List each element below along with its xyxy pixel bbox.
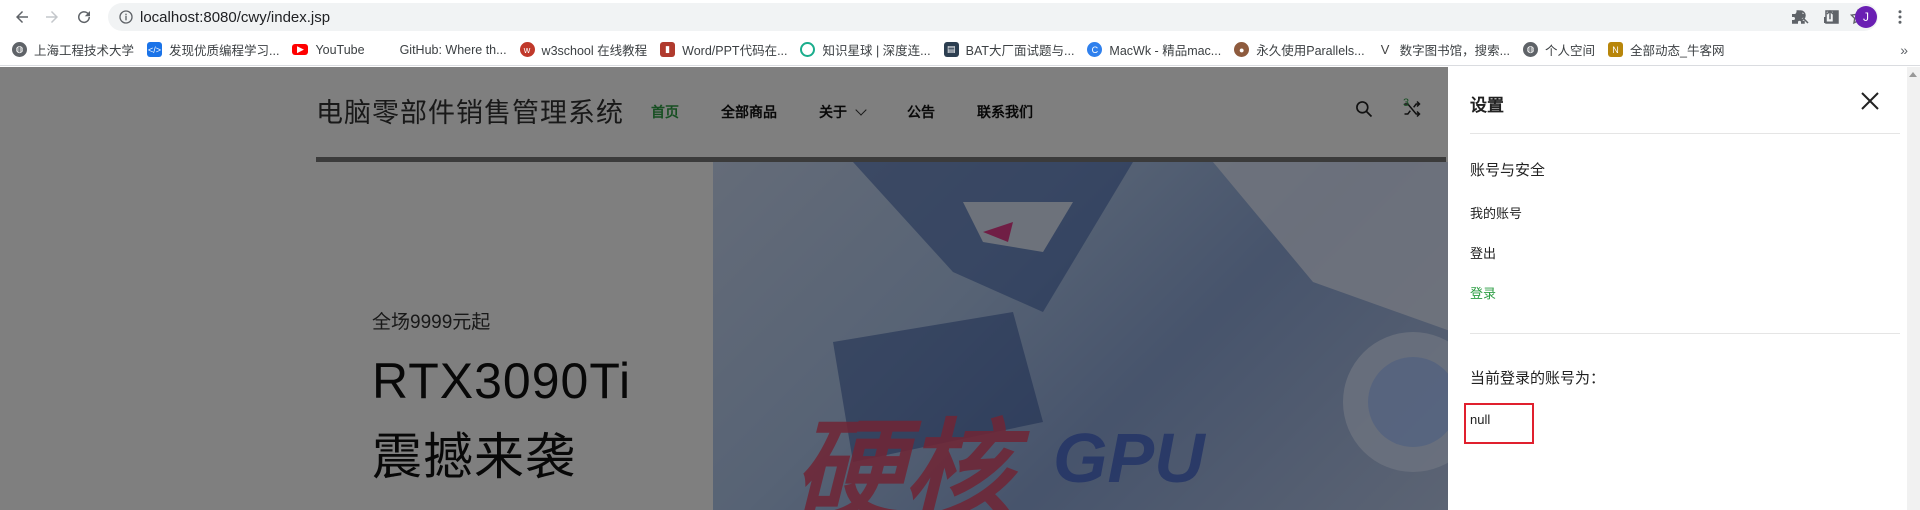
profile-button[interactable]: J	[1852, 3, 1880, 31]
bookmark-item[interactable]: </> 发现优质编程学习...	[147, 38, 279, 62]
bookmark-item[interactable]: w w3school 在线教程	[519, 38, 647, 62]
youtube-icon: ▶	[292, 44, 309, 55]
bookmarks-overflow-button[interactable]: »	[1900, 42, 1908, 58]
extensions-button[interactable]	[1784, 3, 1812, 31]
forward-button[interactable]	[38, 3, 66, 31]
current-account-value: null	[1470, 412, 1491, 427]
close-icon	[1861, 92, 1879, 110]
info-icon[interactable]	[118, 9, 134, 25]
bookmark-item[interactable]: ◍ 上海工程技术大学	[12, 38, 134, 62]
bookmark-item[interactable]: ● 永久使用Parallels...	[1234, 38, 1365, 62]
doc-icon: ▤	[943, 42, 959, 57]
bookmark-item[interactable]: C MacWk - 精品mac...	[1087, 38, 1221, 62]
macwk-icon: C	[1087, 42, 1103, 57]
nowcoder-icon: N	[1608, 42, 1624, 57]
login-link[interactable]: 登录	[1470, 283, 1496, 302]
account-security-link[interactable]: 账号与安全	[1470, 159, 1545, 180]
divider	[1470, 133, 1900, 134]
puzzle-icon	[1792, 10, 1805, 24]
avatar: J	[1855, 6, 1877, 28]
arrow-left-icon	[16, 11, 28, 23]
settings-drawer: 设置 账号与安全 我的账号 登出 登录 当前登录的账号为： null	[1448, 67, 1920, 510]
kebab-menu-icon	[1898, 10, 1902, 24]
globe-icon: ◍	[1523, 42, 1539, 57]
current-account-label: 当前登录的账号为：	[1470, 370, 1606, 387]
browser-toolbar: localhost:8080/cwy/index.jsp J	[0, 0, 1920, 34]
menu-button[interactable]	[1886, 3, 1914, 31]
url-text: localhost:8080/cwy/index.jsp	[140, 8, 331, 26]
w3school-icon: w	[519, 42, 535, 57]
bookmark-icon: ▮	[660, 42, 676, 57]
address-bar[interactable]: localhost:8080/cwy/index.jsp	[108, 3, 1878, 31]
bookmark-item[interactable]: ▶ YouTube	[292, 38, 365, 62]
bookmark-item[interactable]: 知识星球 | 深度连...	[800, 38, 931, 62]
back-button[interactable]	[8, 3, 36, 31]
side-panel-icon	[1825, 10, 1839, 24]
bookmark-item[interactable]: ◍ 个人空间	[1523, 38, 1595, 62]
bookmark-item[interactable]: ▮ Word/PPT代码在...	[660, 38, 787, 62]
divider	[1470, 333, 1900, 334]
drawer-title: 设置	[1470, 96, 1504, 115]
logout-link[interactable]: 登出	[1470, 243, 1496, 262]
modal-backdrop[interactable]	[0, 67, 1448, 510]
scroll-up-arrow-icon[interactable]	[1909, 72, 1917, 77]
bookmark-item[interactable]: GitHub: Where th...	[400, 38, 507, 62]
code-icon: </>	[147, 42, 163, 57]
bookmarks-bar: ◍ 上海工程技术大学 </> 发现优质编程学习... ▶ YouTube GitHub…	[0, 34, 1920, 66]
drawer-close-button[interactable]	[1858, 89, 1882, 113]
page-scrollbar[interactable]	[1907, 67, 1920, 510]
reload-icon	[78, 11, 91, 24]
bookmark-item[interactable]: V 数字图书馆，搜索...	[1377, 38, 1510, 62]
zsxq-icon	[800, 42, 816, 57]
reload-button[interactable]	[70, 3, 98, 31]
my-account-link[interactable]: 我的账号	[1470, 203, 1522, 222]
side-panel-button[interactable]	[1818, 3, 1846, 31]
v-icon: V	[1377, 42, 1393, 57]
avatar-icon: ●	[1234, 42, 1250, 57]
globe-icon: ◍	[12, 42, 27, 57]
bookmark-item[interactable]: N 全部动态_牛客网	[1608, 38, 1724, 62]
arrow-right-icon	[46, 11, 58, 23]
bookmark-item[interactable]: ▤ BAT大厂面试题与...	[943, 38, 1074, 62]
